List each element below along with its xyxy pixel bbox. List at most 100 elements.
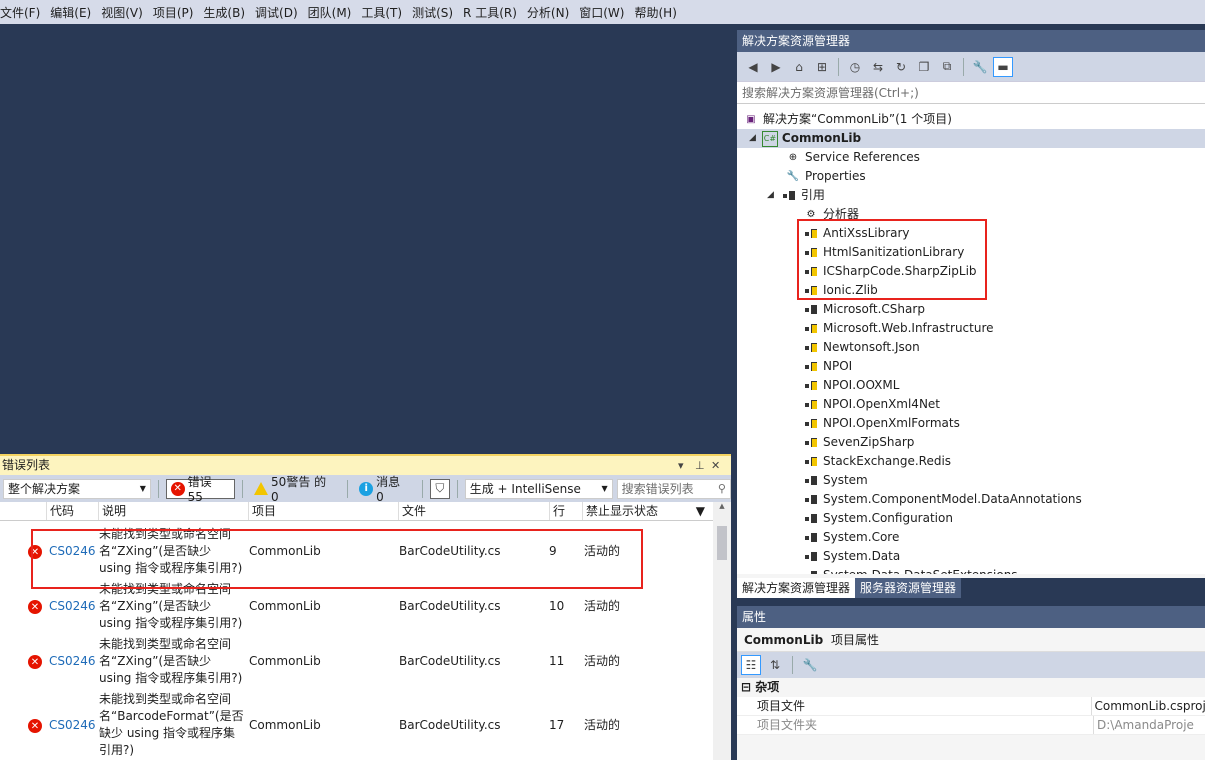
column-file[interactable]: 文件 (399, 502, 550, 520)
home-icon[interactable]: ⌂ (789, 57, 809, 77)
tab-server-explorer[interactable]: 服务器资源管理器 (855, 578, 962, 598)
expand-arrow-icon[interactable]: ◢ (767, 186, 774, 205)
toolbar-separator (157, 479, 159, 498)
menu-edit[interactable]: 编辑(E) (50, 4, 101, 21)
menu-test[interactable]: 测试(S) (412, 4, 463, 21)
dropdown-icon[interactable]: ▾ (678, 456, 684, 475)
reference-icon (804, 569, 818, 574)
tab-solution-explorer[interactable]: 解决方案资源管理器 (737, 578, 856, 598)
reference-warning-icon (804, 417, 818, 431)
reference-item[interactable]: Microsoft.Web.Infrastructure (804, 319, 994, 338)
preview-icon[interactable]: ▬ (993, 56, 1013, 77)
reference-item[interactable]: NPOI (804, 357, 852, 376)
menu-r-tools[interactable]: R 工具(R) (463, 4, 527, 21)
menu-window[interactable]: 窗口(W) (579, 4, 634, 21)
scope-dropdown[interactable]: 整个解决方案 ▼ (3, 478, 151, 499)
source-dropdown[interactable]: 生成 + IntelliSense ▼ (464, 478, 613, 499)
reference-item[interactable]: NPOI.OpenXml4Net (804, 395, 940, 414)
error-code-link[interactable]: CS0246 (49, 653, 96, 670)
switch-views-icon[interactable]: ⊞ (812, 57, 832, 77)
properties-node[interactable]: 🔧 Properties (785, 167, 866, 186)
service-references-label: Service References (805, 150, 920, 164)
reference-item[interactable]: System (804, 471, 868, 490)
menu-team[interactable]: 团队(M) (308, 4, 362, 21)
warnings-filter-button[interactable]: 50警告 的 0 (250, 475, 340, 504)
close-icon[interactable]: ✕ (711, 456, 720, 475)
filter-icon[interactable]: ⛉ (430, 478, 450, 499)
expand-arrow-icon[interactable]: ◢ (749, 129, 756, 148)
show-all-files-icon[interactable]: ⧉ (937, 57, 957, 77)
refresh-icon[interactable]: ↻ (891, 57, 911, 77)
warnings-count: 50警告 的 0 (271, 475, 327, 504)
column-suppression[interactable]: 禁止显示状态 ▼ (583, 502, 711, 520)
scroll-up-icon[interactable]: ▲ (713, 502, 731, 510)
property-row[interactable]: 项目文件夹 D:\AmandaProje (737, 716, 1205, 735)
scroll-thumb[interactable] (717, 526, 727, 560)
alphabetical-icon[interactable]: ⇅ (765, 655, 785, 675)
menu-project[interactable]: 项目(P) (153, 4, 204, 21)
reference-item[interactable]: System.Data.DataSetExtensions (804, 566, 1018, 574)
reference-item[interactable]: Microsoft.CSharp (804, 300, 925, 319)
column-description[interactable]: 说明 (99, 502, 249, 520)
error-code-link[interactable]: CS0246 (49, 598, 96, 615)
toolbar-separator (242, 479, 244, 498)
menu-debug[interactable]: 调试(D) (255, 4, 308, 21)
pin-icon[interactable]: ⊥ (695, 456, 705, 475)
column-line[interactable]: 行 (550, 502, 583, 520)
error-search-input[interactable]: 搜索错误列表 ⚲ (616, 478, 731, 499)
menu-analyze[interactable]: 分析(N) (527, 4, 579, 21)
forward-icon[interactable]: ▶ (766, 57, 786, 77)
reference-warning-icon (804, 379, 818, 393)
property-pages-icon[interactable]: 🔧 (800, 655, 820, 675)
reference-item[interactable]: System.Data (804, 547, 900, 566)
solution-search-input[interactable]: 搜索解决方案资源管理器(Ctrl+;) (737, 82, 1205, 104)
column-icon[interactable] (0, 502, 47, 520)
menu-help[interactable]: 帮助(H) (634, 4, 686, 21)
menu-tools[interactable]: 工具(T) (361, 4, 412, 21)
error-list-scrollbar[interactable]: ▲ (713, 502, 731, 760)
back-icon[interactable]: ◀ (743, 57, 763, 77)
property-category[interactable]: ⊟ 杂项 (737, 678, 1205, 697)
reference-item[interactable]: StackExchange.Redis (804, 452, 951, 471)
collapse-all-icon[interactable]: ❐ (914, 57, 934, 77)
solution-node[interactable]: ▣ 解决方案“CommonLib”(1 个项目) (743, 110, 952, 129)
menu-file[interactable]: 文件(F) (0, 4, 50, 21)
reference-item[interactable]: NPOI.OpenXmlFormats (804, 414, 960, 433)
reference-item[interactable]: System.ComponentModel.DataAnnotations (804, 490, 1082, 509)
reference-item[interactable]: SevenZipSharp (804, 433, 914, 452)
reference-item[interactable]: NPOI.OOXML (804, 376, 899, 395)
menu-bar: 文件(F) 编辑(E) 视图(V) 项目(P) 生成(B) 调试(D) 团队(M… (0, 0, 1205, 24)
reference-label: System.Data (823, 549, 901, 563)
categorized-icon[interactable]: ☷ (741, 655, 761, 675)
menu-view[interactable]: 视图(V) (101, 4, 153, 21)
errors-count: 错误 55 (187, 475, 212, 504)
source-value: 生成 + IntelliSense (469, 481, 581, 496)
service-references-node[interactable]: ⊕ Service References (785, 148, 920, 167)
references-node[interactable]: ◢ 引用 (767, 186, 825, 205)
error-row[interactable]: ✕ CS0246 未能找到类型或命名空间名“ZXing”(是否缺少 using … (0, 635, 713, 690)
wrench-icon[interactable]: 🔧 (970, 57, 990, 77)
project-node[interactable]: ◢ C# CommonLib (737, 129, 1205, 148)
reference-item[interactable]: System.Configuration (804, 509, 953, 528)
menu-build[interactable]: 生成(B) (203, 4, 255, 21)
property-row[interactable]: 项目文件 CommonLib.csproj (737, 697, 1205, 716)
column-filter-icon[interactable]: ▼ (696, 502, 705, 521)
error-description: 未能找到类型或命名空间名“ZXing”(是否缺少 using 指令或程序集引用?… (99, 637, 243, 685)
pending-changes-icon[interactable]: ◷ (845, 57, 865, 77)
toolbar-separator (456, 479, 458, 498)
column-suppression-label: 禁止显示状态 (586, 504, 659, 518)
errors-filter-button[interactable]: ✕ 错误 55 (165, 475, 236, 504)
collapse-icon[interactable]: ⊟ (741, 680, 755, 694)
error-description: 未能找到类型或命名空间名“BarcodeFormat”(是否缺少 using 指… (99, 692, 244, 757)
error-code-link[interactable]: CS0246 (49, 717, 96, 734)
reference-item[interactable]: Newtonsoft.Json (804, 338, 920, 357)
chevron-down-icon: ▼ (139, 483, 146, 493)
properties-object[interactable]: CommonLib 项目属性 (737, 628, 1205, 652)
error-row[interactable]: ✕ CS0246 未能找到类型或命名空间名“BarcodeFormat”(是否缺… (0, 690, 713, 760)
messages-filter-button[interactable]: i 消息 0 (355, 475, 415, 504)
reference-item[interactable]: System.Core (804, 528, 899, 547)
column-code[interactable]: 代码 (47, 502, 99, 520)
column-project[interactable]: 项目 (249, 502, 399, 520)
sync-icon[interactable]: ⇆ (868, 57, 888, 77)
reference-label: System.ComponentModel.DataAnnotations (823, 492, 1082, 506)
